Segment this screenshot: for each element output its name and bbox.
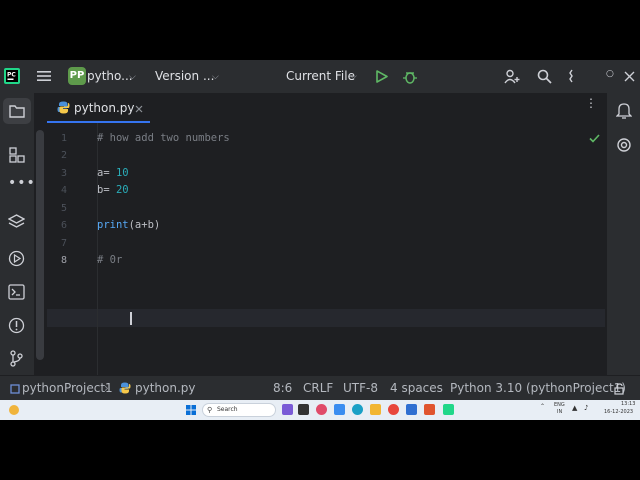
debug-icon[interactable] xyxy=(403,69,417,84)
brave-browser-icon[interactable] xyxy=(424,404,435,415)
language-indicator-bottom: IN xyxy=(557,409,563,415)
tab-options-icon[interactable]: ⋮ xyxy=(585,97,597,109)
problems-icon[interactable] xyxy=(8,317,25,334)
file-explorer-icon[interactable] xyxy=(370,404,381,415)
tab-label: python.py xyxy=(74,101,135,115)
window-close-icon[interactable] xyxy=(624,71,635,82)
ai-assistant-icon[interactable] xyxy=(616,137,632,153)
taskbar-app-icon[interactable] xyxy=(406,404,417,415)
line-number: 1 xyxy=(60,133,67,144)
search-placeholder: Search xyxy=(217,406,238,413)
chevron-down-icon[interactable]: ⌵ xyxy=(129,72,136,82)
chevron-down-icon[interactable]: ⌵ xyxy=(212,72,219,82)
code-line[interactable]: # how add two numbers xyxy=(97,132,230,144)
code-token: a= xyxy=(97,167,116,179)
line-number: 2 xyxy=(60,150,67,161)
weather-icon[interactable] xyxy=(8,404,20,416)
line-number: 6 xyxy=(60,220,67,231)
caret-position[interactable]: 8:6 xyxy=(273,376,292,400)
project-scrollbar[interactable] xyxy=(36,130,44,360)
clock-date: 16-12-2023 xyxy=(604,409,634,415)
svg-text:PC: PC xyxy=(7,72,16,79)
windows-taskbar: ⚲ Search ⌃ ENG IN ▲ ♪ 13:13 16-12-2023 xyxy=(0,400,640,420)
search-icon: ⚲ xyxy=(207,406,213,414)
breadcrumb-project[interactable]: pythonProject1 xyxy=(22,376,113,400)
add-user-icon[interactable] xyxy=(504,69,520,84)
chrome-browser-icon[interactable] xyxy=(388,404,399,415)
search-icon[interactable] xyxy=(537,69,552,84)
taskbar-search-box[interactable]: ⚲ Search xyxy=(202,403,276,417)
tab-python-py[interactable]: python.py xyxy=(47,93,150,123)
code-line[interactable]: b= 20 xyxy=(97,184,129,196)
line-number: 3 xyxy=(60,168,67,179)
code-line[interactable]: print(a+b) xyxy=(97,219,160,231)
volume-icon[interactable]: ♪ xyxy=(584,404,588,412)
code-token: 20 xyxy=(115,184,129,196)
line-number: 7 xyxy=(60,238,67,249)
code-line[interactable]: a= 10 xyxy=(97,167,129,179)
editor-tab-bar: python.py ⋮ xyxy=(47,93,605,123)
right-tool-strip xyxy=(606,93,640,375)
lock-icon[interactable] xyxy=(614,383,626,395)
tray-chevron-icon[interactable]: ⌃ xyxy=(540,403,545,410)
git-icon[interactable] xyxy=(9,350,24,367)
run-tool-icon[interactable] xyxy=(8,250,25,267)
window-minimize-icon[interactable]: ○ xyxy=(606,69,614,79)
file-encoding[interactable]: UTF-8 xyxy=(343,376,378,400)
project-tool-button[interactable] xyxy=(3,98,31,124)
code-token: 10 xyxy=(115,167,129,179)
chevron-down-icon[interactable]: ⌵ xyxy=(350,72,357,82)
project-name[interactable]: pytho... xyxy=(87,60,133,93)
taskbar-app-icon[interactable] xyxy=(316,404,327,415)
notifications-icon[interactable] xyxy=(616,102,632,119)
line-number: 8 xyxy=(60,255,67,266)
status-bar: pythonProject1 › python.py 8:6 CRLF UTF-… xyxy=(0,375,640,400)
run-config-selector[interactable]: Current File xyxy=(286,60,355,93)
breadcrumb-separator: › xyxy=(104,381,109,395)
left-tool-strip: ••• xyxy=(0,93,35,375)
python-file-icon xyxy=(57,101,70,114)
project-badge[interactable]: PP xyxy=(68,67,86,85)
wifi-icon[interactable]: ▲ xyxy=(572,404,577,412)
taskbar-app-icon[interactable] xyxy=(298,404,309,415)
code-token: print xyxy=(97,219,129,231)
pycharm-taskbar-icon[interactable] xyxy=(443,404,454,415)
code-line[interactable]: # 0r xyxy=(97,254,129,266)
code-token: (a+b) xyxy=(128,219,161,231)
structure-icon[interactable] xyxy=(9,147,25,163)
edge-browser-icon[interactable] xyxy=(352,404,363,415)
more-tools-icon[interactable]: ••• xyxy=(8,175,36,191)
vcs-widget[interactable]: Version ... xyxy=(155,60,214,93)
pycharm-logo-icon[interactable]: PC xyxy=(4,68,20,84)
python-file-icon xyxy=(119,382,131,394)
breadcrumb-file[interactable]: python.py xyxy=(135,376,196,400)
taskbar-app-icon[interactable] xyxy=(282,404,293,415)
language-indicator-top[interactable]: ENG xyxy=(554,402,565,408)
code-token: b= xyxy=(97,184,116,196)
title-toolbar: PC PP pytho... ⌵ Version ... ⌵ Current F… xyxy=(0,60,640,94)
folder-icon xyxy=(9,105,25,118)
taskbar-app-icon[interactable] xyxy=(334,404,345,415)
run-icon[interactable] xyxy=(376,70,388,83)
close-tab-icon[interactable] xyxy=(135,105,143,113)
line-number: 4 xyxy=(60,185,67,196)
project-module-icon xyxy=(10,384,20,394)
pycharm-window: PC PP pytho... ⌵ Version ... ⌵ Current F… xyxy=(0,60,640,400)
text-caret xyxy=(130,312,132,325)
indent-setting[interactable]: 4 spaces xyxy=(390,376,443,400)
line-number: 5 xyxy=(60,203,67,214)
layers-icon[interactable] xyxy=(8,214,25,231)
line-separator[interactable]: CRLF xyxy=(303,376,333,400)
terminal-icon[interactable] xyxy=(8,284,25,300)
clock-time[interactable]: 13:13 xyxy=(621,401,635,407)
inspection-ok-icon[interactable] xyxy=(589,134,600,143)
windows-start-icon[interactable] xyxy=(186,405,196,415)
settings-icon[interactable] xyxy=(568,69,578,84)
python-interpreter[interactable]: Python 3.10 (pythonProject1) xyxy=(450,376,626,400)
gutter-divider xyxy=(97,123,98,375)
hamburger-menu-icon[interactable] xyxy=(37,70,51,82)
